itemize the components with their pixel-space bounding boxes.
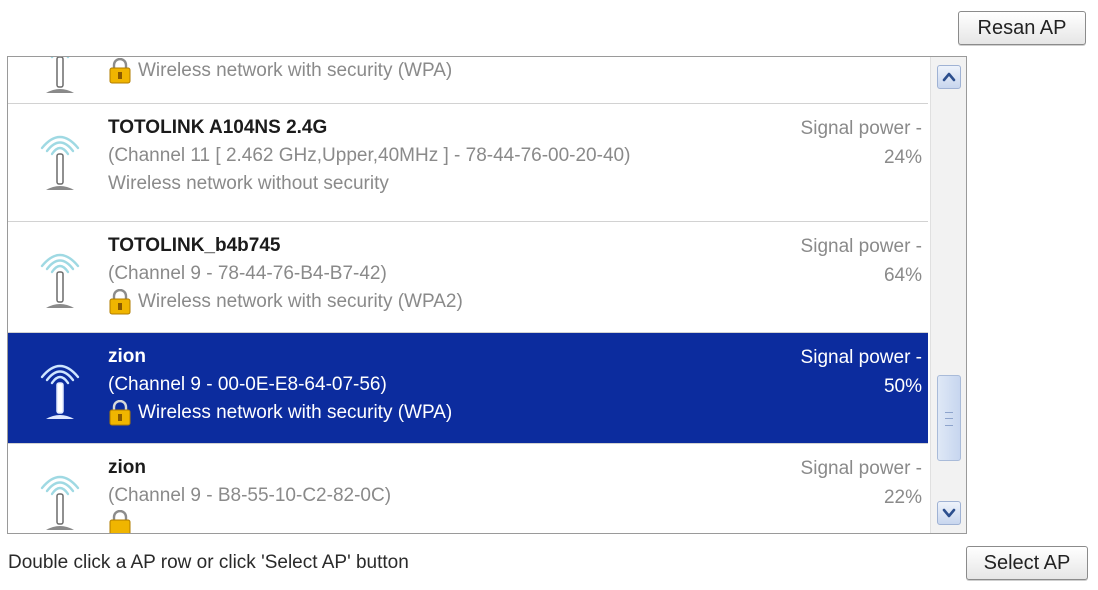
ap-name: zion (108, 346, 146, 367)
wifi-antenna-icon (40, 475, 80, 530)
rescan-ap-button[interactable]: Resan AP (958, 11, 1086, 45)
signal-power-label: Signal power - (800, 458, 922, 479)
wifi-antenna-icon (40, 253, 80, 308)
select-ap-button[interactable]: Select AP (966, 546, 1088, 580)
signal-power-label: Signal power - (800, 347, 922, 368)
chevron-up-icon (942, 72, 956, 82)
ap-security-text: Wireless network with security (WPA) (138, 60, 453, 81)
lock-icon (109, 58, 131, 84)
signal-power-value: 50% (883, 376, 922, 397)
signal-power-label: Signal power - (800, 118, 922, 139)
ap-detail: (Channel 11 [ 2.462 GHz,Upper,40MHz ] - … (108, 145, 631, 166)
signal-power-value: 24% (883, 147, 922, 168)
wifi-antenna-icon (46, 57, 74, 93)
ap-name: zion (108, 457, 146, 478)
scroll-down-button[interactable] (937, 501, 961, 525)
ap-list[interactable]: Wireless network with security (WPA) TOT… (7, 56, 967, 534)
ap-row[interactable]: TOTOLINK A104NS 2.4G (Channel 11 [ 2.462… (8, 104, 928, 222)
signal-power: Signal power - 64% (742, 232, 922, 290)
lock-icon (109, 510, 131, 533)
signal-power: Signal power - 50% (742, 343, 922, 401)
lock-icon (109, 289, 131, 315)
signal-power: Signal power - 24% (742, 114, 922, 172)
vertical-scrollbar[interactable] (930, 57, 966, 533)
chevron-down-icon (942, 508, 956, 518)
ap-detail: (Channel 9 - 78-44-76-B4-B7-42) (108, 263, 387, 284)
ap-detail: (Channel 9 - B8-55-10-C2-82-0C) (108, 485, 392, 506)
ap-row[interactable]: TOTOLINK_b4b745 (Channel 9 - 78-44-76-B4… (8, 222, 928, 333)
ap-row[interactable]: Wireless network with security (WPA) (8, 57, 928, 104)
signal-power-value: 64% (883, 265, 922, 286)
lock-icon (109, 400, 131, 426)
wifi-antenna-icon (40, 135, 80, 190)
ap-name: TOTOLINK_b4b745 (108, 235, 281, 256)
ap-detail: (Channel 9 - 00-0E-E8-64-07-56) (108, 374, 387, 395)
signal-power-value: 22% (883, 487, 922, 508)
scroll-up-button[interactable] (937, 65, 961, 89)
ap-name: TOTOLINK A104NS 2.4G (108, 117, 328, 138)
ap-row[interactable]: zion (Channel 9 - B8-55-10-C2-82-0C) Sig… (8, 444, 928, 533)
wifi-antenna-icon (40, 364, 80, 419)
signal-power: Signal power - 22% (742, 454, 922, 512)
grip-icon (945, 412, 953, 426)
ap-security-text: Wireless network with security (WPA) (138, 402, 453, 423)
scroll-thumb[interactable] (937, 375, 961, 461)
signal-power-label: Signal power - (800, 236, 922, 257)
instruction-hint: Double click a AP row or click 'Select A… (8, 552, 409, 573)
ap-security-text: Wireless network with security (WPA2) (138, 291, 463, 312)
ap-security-text: Wireless network without security (108, 173, 389, 194)
ap-row-selected[interactable]: zion (Channel 9 - 00-0E-E8-64-07-56) Wir… (8, 333, 928, 444)
ap-list-rows: Wireless network with security (WPA) TOT… (8, 57, 928, 533)
